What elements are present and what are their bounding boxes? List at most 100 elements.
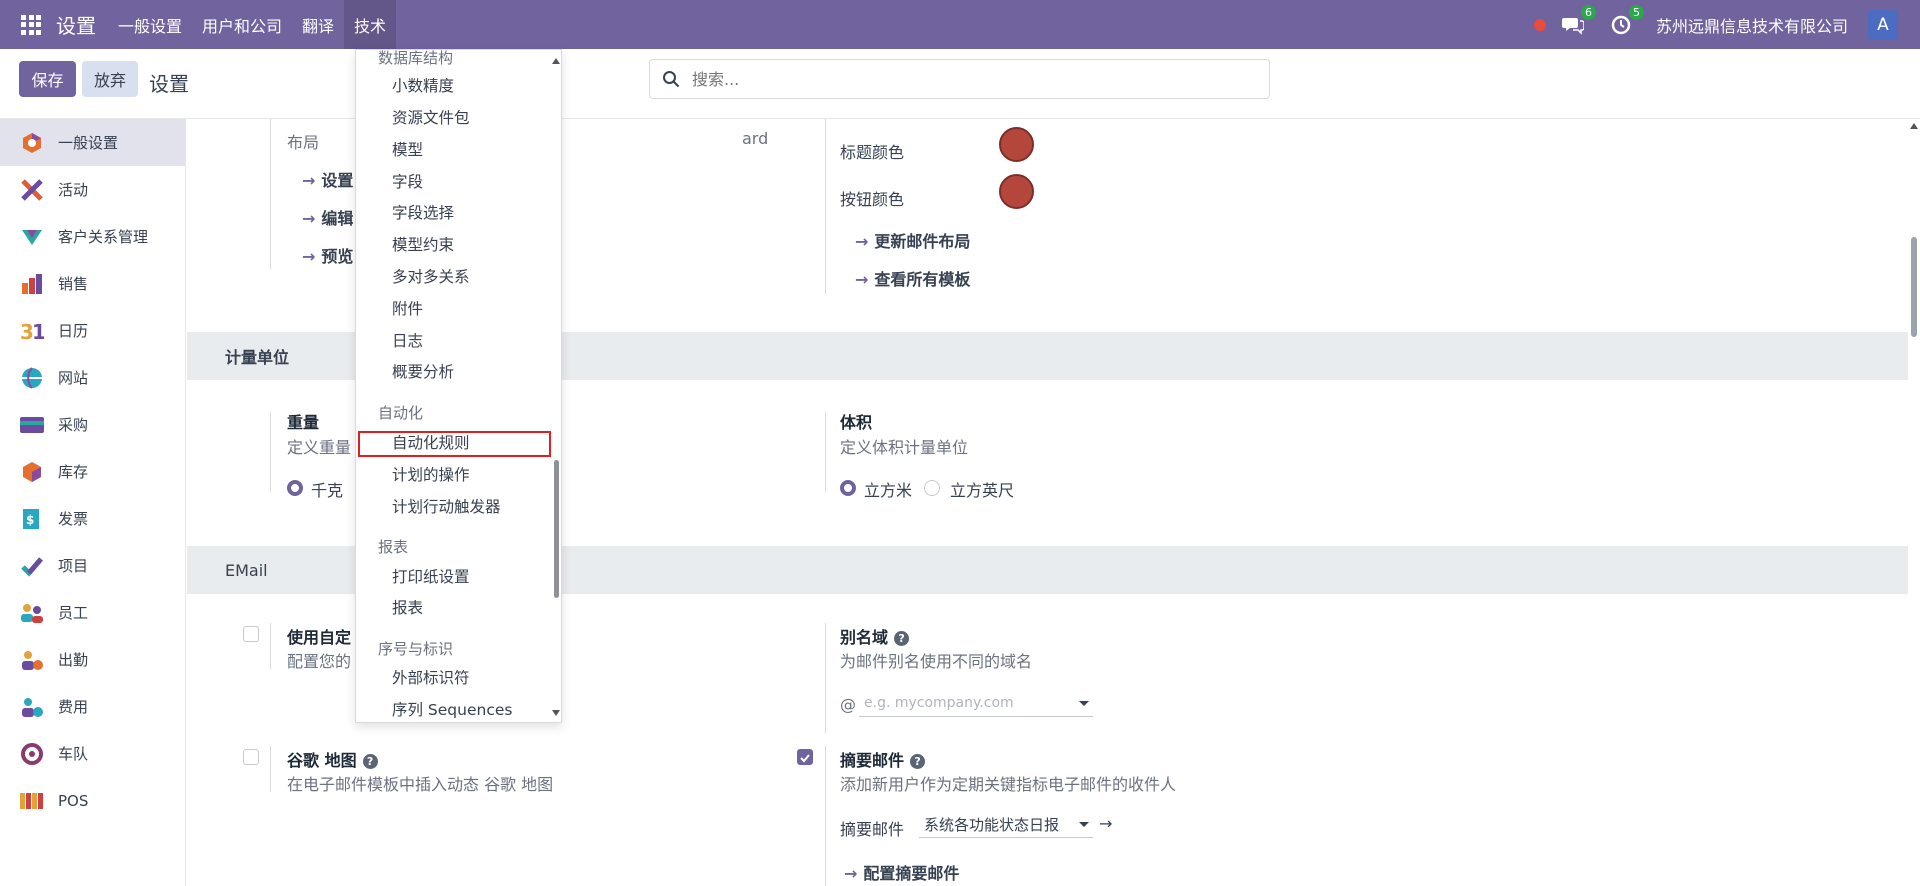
control-panel: 保存 放弃 设置 [0,49,1920,119]
menu-item-reports[interactable]: 报表 [392,596,423,618]
title-color-label: 标题颜色 [840,143,905,162]
title-color-picker[interactable] [999,127,1034,162]
menu-users-companies[interactable]: 用户和公司 [192,0,292,49]
scrollbar-thumb[interactable] [1911,237,1917,337]
sidebar-item-fleet[interactable]: 车队 [0,730,185,777]
sidebar-item-project[interactable]: 项目 [0,542,185,589]
dropdown-scrollbar[interactable] [551,50,561,722]
help-icon[interactable]: ? [894,631,910,646]
menu-item-models[interactable]: 模型 [392,138,423,160]
sidebar-item-purchase[interactable]: 采购 [0,401,185,448]
sidebar-item-label: 日历 [58,322,89,340]
scrollbar-thumb[interactable] [554,460,559,598]
menu-technical[interactable]: 技术 [344,0,397,49]
search-box[interactable] [649,59,1270,99]
menu-item-decimal-accuracy[interactable]: 小数精度 [392,74,454,96]
view-all-templates-link[interactable]: → 查看所有模板 [855,266,970,290]
alias-domain-select[interactable]: e.g. mycompany.com [859,693,1093,717]
project-icon [20,554,44,578]
sidebar-item-label: 项目 [58,557,89,575]
menu-general-settings[interactable]: 一般设置 [108,0,192,49]
google-maps-checkbox[interactable] [243,749,259,765]
recording-icon[interactable] [1533,18,1546,31]
menu-item-fields[interactable]: 字段 [392,170,423,192]
google-maps-description: 在电子邮件模板中插入动态 谷歌 地图 [287,775,554,794]
apps-menu-icon[interactable] [21,14,41,35]
menu-item-logging[interactable]: 日志 [392,329,423,351]
preview-layout-link[interactable]: → 预览 [302,243,353,267]
button-color-picker[interactable] [999,174,1034,209]
sidebar-item-label: 出勤 [58,651,89,669]
sidebar-item-general-settings[interactable]: 一般设置 [0,119,185,166]
menu-item-scheduled-action-triggers[interactable]: 计划行动触发器 [392,495,501,517]
help-icon[interactable]: ? [362,754,378,769]
activities-clock-icon[interactable]: 5 [1608,4,1644,37]
divider [270,623,271,669]
alias-domain-description: 为邮件别名使用不同的域名 [840,652,1033,671]
menu-translations[interactable]: 翻译 [292,0,344,49]
sidebar-item-label: 活动 [58,181,89,199]
edit-layout-link[interactable]: → 编辑 [302,205,353,229]
search-input[interactable] [692,69,1192,89]
menu-item-automation-rules[interactable]: 自动化规则 [392,431,470,453]
menu-item-resource-bundles[interactable]: 资源文件包 [392,106,470,128]
scroll-down-arrow-icon[interactable] [552,710,560,716]
digest-email-select[interactable]: 系统各功能状态日报 [919,814,1093,838]
sidebar-item-expenses[interactable]: 费用 [0,683,185,730]
chevron-down-icon [1079,822,1089,827]
sidebar-item-calendar[interactable]: 31 日历 [0,307,185,354]
main-scrollbar[interactable] [1908,119,1920,886]
sidebar-item-attendance[interactable]: 出勤 [0,636,185,683]
attendance-icon [20,648,44,672]
sidebar-item-label: 车队 [58,745,89,763]
save-button[interactable]: 保存 [19,61,76,97]
configure-layout-link[interactable]: → 设置 [302,167,353,191]
digest-email-checkbox[interactable] [797,749,813,765]
menu-item-attachments[interactable]: 附件 [392,297,423,319]
user-avatar[interactable]: A [1868,9,1898,40]
app-brand[interactable]: 设置 [56,10,96,39]
divider [825,746,826,886]
sidebar-item-label: 网站 [58,369,89,387]
sidebar-item-label: 员工 [58,604,89,622]
configure-digest-link[interactable]: → 配置摘要邮件 [844,860,959,884]
custom-email-server-checkbox[interactable] [243,626,259,642]
company-switcher[interactable]: 苏州远鼎信息技术有限公司 [1656,13,1848,37]
sidebar-item-employees[interactable]: 员工 [0,589,185,636]
scroll-up-arrow-icon[interactable] [1910,123,1918,129]
volume-ft3-radio[interactable] [924,480,940,496]
custom-email-description: 配置您的 [287,652,352,671]
sidebar-item-label: 发票 [58,510,89,528]
messages-badge: 6 [1580,4,1596,20]
sidebar-item-activity[interactable]: 活动 [0,166,185,213]
menu-item-scheduled-actions[interactable]: 计划的操作 [392,463,470,485]
arrow-right-icon[interactable]: → [1099,814,1112,833]
menu-item-many2many-relations[interactable]: 多对多关系 [392,265,470,287]
menu-item-paper-format[interactable]: 打印纸设置 [392,565,470,587]
sidebar-item-inventory[interactable]: 库存 [0,448,185,495]
messages-icon[interactable]: 6 [1560,4,1596,37]
help-icon[interactable]: ? [910,754,926,769]
svg-text:$: $ [26,513,34,527]
menu-item-external-identifiers[interactable]: 外部标识符 [392,666,470,688]
menu-item-profiling[interactable]: 概要分析 [392,360,454,382]
divider [270,746,271,792]
alias-domain-placeholder: e.g. mycompany.com [864,695,1014,711]
discard-button[interactable]: 放弃 [82,61,138,97]
menu-item-field-selection[interactable]: 字段选择 [392,201,454,223]
menu-item-model-constraints[interactable]: 模型约束 [392,233,454,255]
sidebar-item-label: 采购 [58,416,89,434]
sidebar-item-pos[interactable]: POS [0,777,185,824]
sidebar-item-invoicing[interactable]: $ 发票 [0,495,185,542]
digest-email-title: 摘要邮件? [840,747,926,771]
sidebar-item-crm[interactable]: 客户关系管理 [0,213,185,260]
weight-kg-radio[interactable] [287,480,303,496]
update-email-layout-link[interactable]: → 更新邮件布局 [855,228,970,252]
activities-badge: 5 [1628,4,1644,20]
sidebar-item-sales[interactable]: 销售 [0,260,185,307]
sidebar-item-website[interactable]: 网站 [0,354,185,401]
sidebar-item-label: 销售 [58,275,89,293]
menu-item-sequences[interactable]: 序列 Sequences [392,698,512,720]
scroll-up-arrow-icon[interactable] [552,58,560,64]
volume-m3-radio[interactable] [840,480,856,496]
